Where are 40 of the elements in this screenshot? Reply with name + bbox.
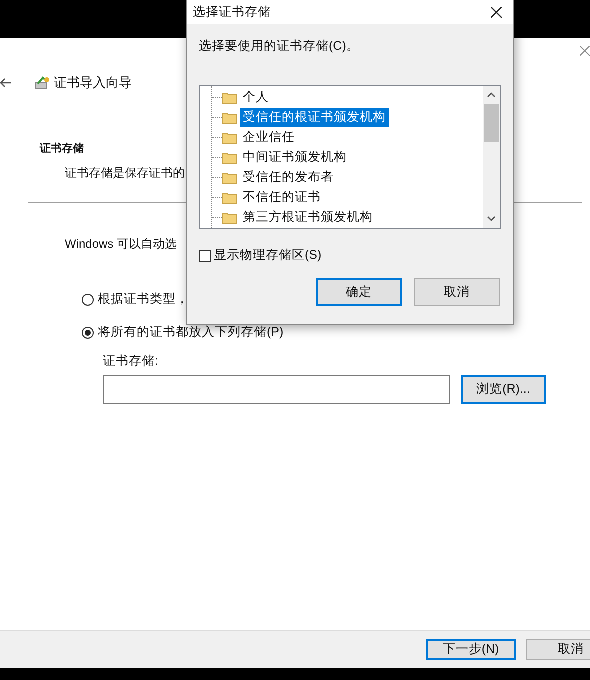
wizard-title: 证书导入向导 xyxy=(54,74,132,92)
next-button[interactable]: 下一步(N) xyxy=(426,639,516,660)
scrollbar-thumb[interactable] xyxy=(484,104,499,142)
folder-icon xyxy=(222,190,237,204)
folder-icon xyxy=(222,130,237,144)
tree-item[interactable]: 中间证书颁发机构 xyxy=(240,148,350,166)
radio-button[interactable] xyxy=(82,326,94,338)
back-arrow-icon[interactable] xyxy=(0,78,12,88)
store-field[interactable] xyxy=(103,375,450,404)
field-label: 证书存储: xyxy=(103,353,160,370)
section-description: 证书存储是保存证书的 xyxy=(65,165,185,182)
intro-text: Windows 可以自动选 xyxy=(65,236,178,253)
tree-item[interactable]: 第三方根证书颁发机构 xyxy=(240,208,376,226)
tree-item[interactable]: 个人 xyxy=(240,88,272,106)
tree-item[interactable]: 企业信任 xyxy=(240,128,298,146)
folder-icon xyxy=(222,170,237,184)
folder-icon xyxy=(222,110,237,124)
radio-label: 根据证书类型， xyxy=(98,291,189,308)
tree-item[interactable]: 受信任的发布者 xyxy=(240,168,337,186)
folder-icon xyxy=(222,90,237,104)
tree-item[interactable]: 受信任的根证书颁发机构 xyxy=(240,108,389,126)
checkbox[interactable] xyxy=(199,250,211,262)
folder-icon xyxy=(222,210,237,224)
scroll-down-icon[interactable] xyxy=(487,216,496,222)
cancel-button[interactable]: 取消 xyxy=(414,278,500,306)
tree-item[interactable]: 不信任的证书 xyxy=(240,188,324,206)
scroll-up-icon[interactable] xyxy=(487,92,496,98)
folder-icon xyxy=(222,150,237,164)
radio-button[interactable] xyxy=(82,294,94,306)
dialog-title: 选择证书存储 xyxy=(193,4,271,20)
checkbox-label: 显示物理存储区(S) xyxy=(214,247,322,264)
certificate-icon xyxy=(34,75,50,91)
dialog-prompt: 选择要使用的证书存储(C)。 xyxy=(199,38,360,55)
section-heading: 证书存储 xyxy=(40,142,84,156)
radio-label: 将所有的证书都放入下列存储(P) xyxy=(98,324,284,341)
ok-button[interactable]: 确定 xyxy=(316,278,402,306)
close-icon[interactable] xyxy=(491,6,502,18)
scrollbar[interactable] xyxy=(483,86,500,228)
browse-button[interactable]: 浏览(R)... xyxy=(461,375,546,404)
cancel-button[interactable]: 取消 xyxy=(526,639,590,660)
